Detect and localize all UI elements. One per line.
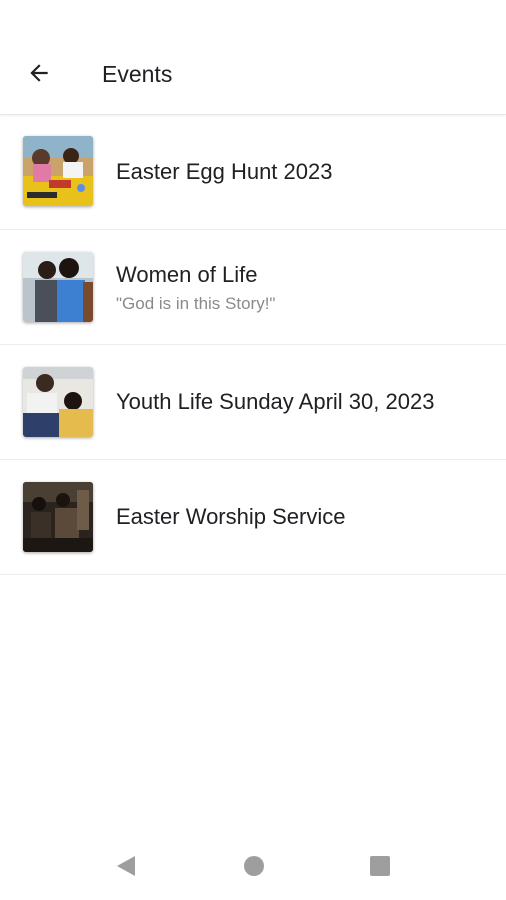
event-title: Easter Worship Service [116, 504, 346, 529]
event-item-women-of-life[interactable]: Women of Life "God is in this Story!" [0, 230, 506, 345]
event-item-easter-egg-hunt[interactable]: Easter Egg Hunt 2023 [0, 115, 506, 230]
page-title: Events [102, 61, 173, 87]
back-button[interactable] [18, 52, 60, 94]
event-thumbnail [23, 252, 93, 322]
nav-recents-button[interactable] [360, 848, 400, 884]
event-subtitle: "God is in this Story!" [116, 294, 276, 313]
event-item-easter-worship[interactable]: Easter Worship Service [0, 460, 506, 575]
square-recents-icon [370, 856, 390, 876]
status-bar [0, 0, 506, 30]
arrow-left-icon [30, 64, 48, 82]
event-title: Easter Egg Hunt 2023 [116, 159, 333, 184]
event-title: Women of Life [116, 262, 258, 287]
circle-home-icon [244, 856, 264, 876]
app-bar: Events [0, 30, 506, 115]
events-list: Easter Egg Hunt 2023 Women of Life "God … [0, 115, 506, 575]
event-thumbnail [23, 136, 93, 206]
event-thumbnail [23, 482, 93, 552]
event-thumbnail [23, 367, 93, 437]
nav-back-button[interactable] [106, 848, 146, 884]
nav-home-button[interactable] [234, 848, 274, 884]
system-nav-bar [0, 834, 506, 900]
event-item-youth-life-sunday[interactable]: Youth Life Sunday April 30, 2023 [0, 345, 506, 460]
triangle-back-icon [117, 856, 135, 876]
event-title: Youth Life Sunday April 30, 2023 [116, 389, 435, 414]
